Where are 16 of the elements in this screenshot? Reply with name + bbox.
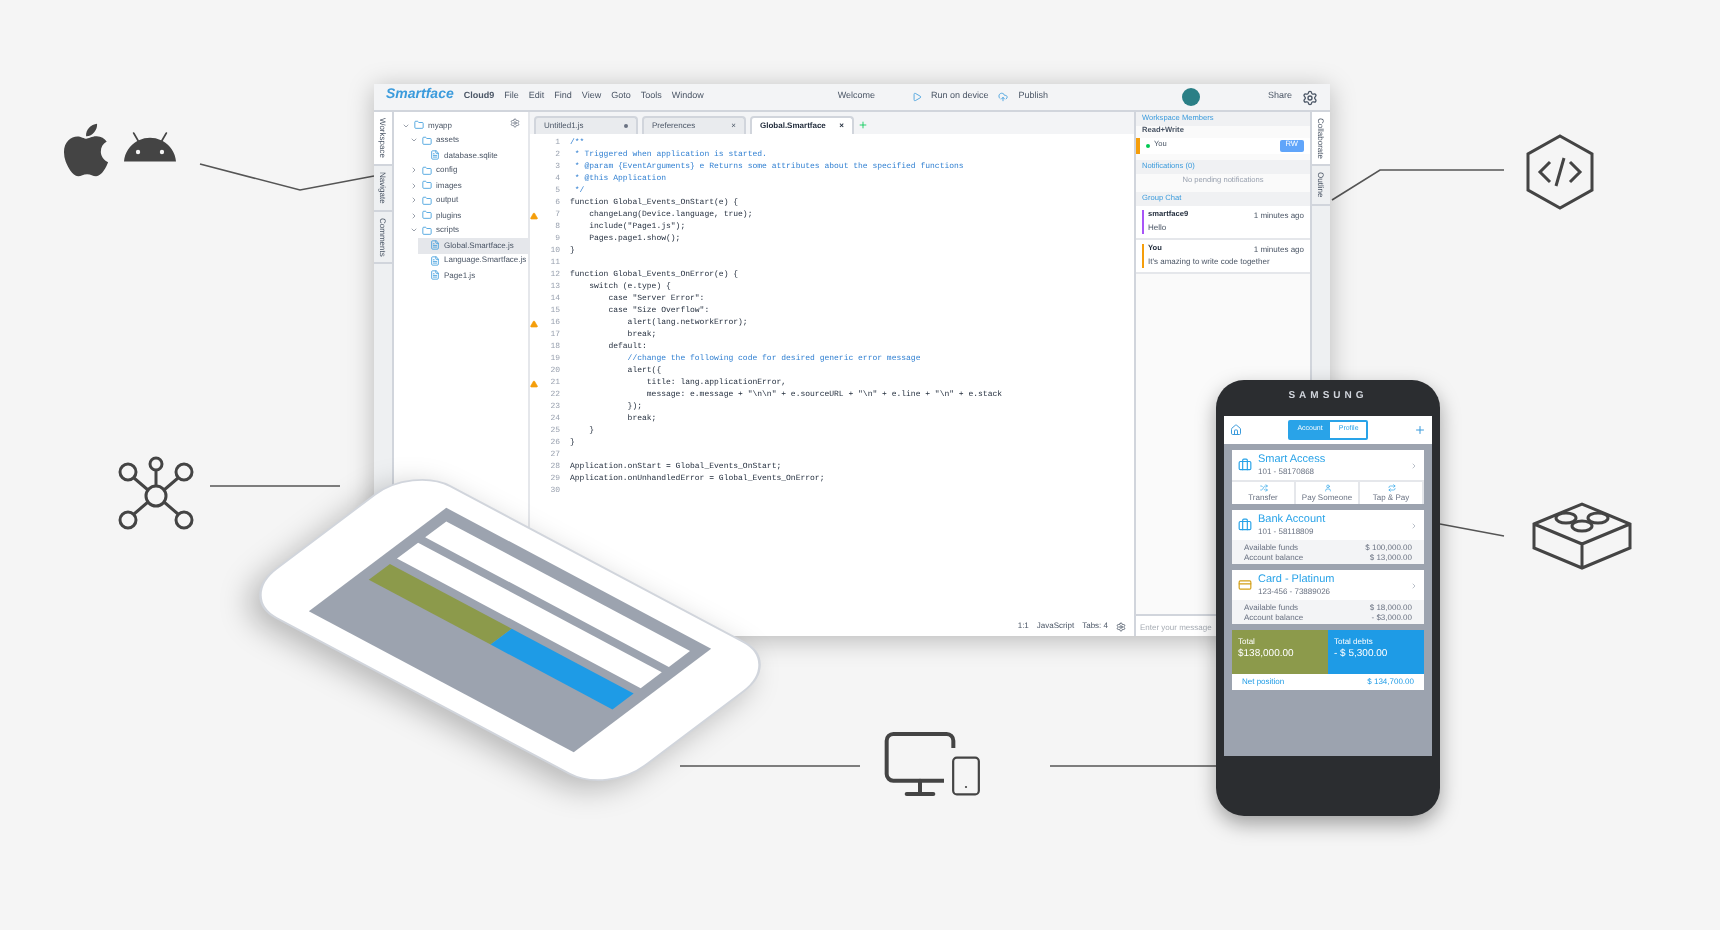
briefcase-icon xyxy=(1238,518,1252,532)
person-icon xyxy=(1323,484,1331,492)
add-icon[interactable] xyxy=(1413,424,1426,436)
transfer-icon xyxy=(1259,484,1267,492)
play-icon xyxy=(911,92,922,102)
upload-icon xyxy=(998,92,1009,102)
add-tab-icon[interactable] xyxy=(858,120,868,130)
apple-icon xyxy=(60,120,112,180)
settings-icon[interactable] xyxy=(1116,621,1126,631)
briefcase-icon xyxy=(1238,458,1252,472)
settings-icon[interactable] xyxy=(1302,89,1319,105)
leader-line xyxy=(1439,523,1505,537)
leader-line xyxy=(209,485,341,487)
avatar[interactable] xyxy=(1182,88,1200,106)
home-icon[interactable] xyxy=(1230,424,1242,436)
card-icon xyxy=(1238,578,1252,592)
